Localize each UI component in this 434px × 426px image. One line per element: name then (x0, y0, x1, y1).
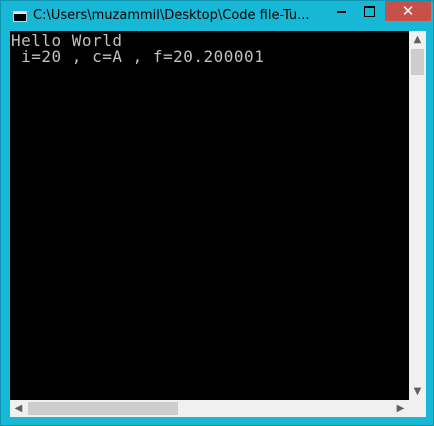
scrollbar-corner (409, 400, 426, 417)
console-window: C:\Users\muzammil\Desktop\Code file-Tu..… (0, 0, 434, 426)
window-title: C:\Users\muzammil\Desktop\Code file-Tu..… (33, 8, 310, 23)
scroll-up-arrow-icon[interactable]: ▲ (409, 31, 426, 48)
scroll-right-arrow-icon[interactable]: ▶ (392, 400, 409, 417)
minimize-button[interactable] (328, 1, 354, 21)
horizontal-scrollbar[interactable]: ◀ ▶ (10, 400, 409, 417)
title-bar[interactable]: C:\Users\muzammil\Desktop\Code file-Tu..… (1, 1, 433, 31)
scroll-down-arrow-icon[interactable]: ▼ (409, 383, 426, 400)
console-output[interactable]: Hello World i=20 , c=A , f=20.200001 (10, 31, 409, 400)
console-app-icon[interactable] (13, 11, 27, 22)
scroll-left-arrow-icon[interactable]: ◀ (10, 400, 27, 417)
console-line: i=20 , c=A , f=20.200001 (11, 47, 265, 66)
minimize-icon (337, 11, 346, 13)
horizontal-scroll-thumb[interactable] (28, 402, 178, 415)
vertical-scroll-thumb[interactable] (411, 49, 424, 75)
vertical-scrollbar[interactable]: ▲ ▼ (409, 31, 426, 400)
maximize-button[interactable] (356, 1, 382, 21)
maximize-icon (364, 6, 375, 17)
close-icon: ✕ (401, 2, 415, 20)
close-button[interactable]: ✕ (385, 1, 431, 21)
